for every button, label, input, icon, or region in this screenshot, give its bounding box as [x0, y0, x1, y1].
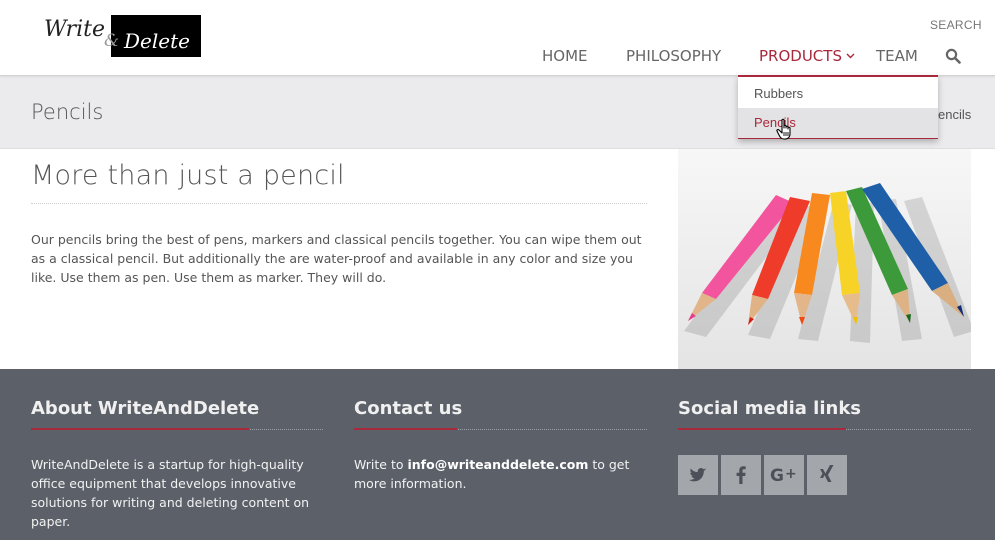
- nav-team[interactable]: TEAM: [876, 47, 918, 65]
- facebook-icon: [736, 466, 746, 484]
- logo-word-delete: Delete: [124, 29, 190, 53]
- footer-about-accent: [31, 428, 249, 430]
- dropdown-item-rubbers[interactable]: Rubbers: [738, 79, 938, 109]
- xing-link[interactable]: [807, 455, 847, 495]
- content-heading: More than just a pencil: [31, 160, 345, 191]
- logo-ampersand: &: [104, 31, 120, 51]
- nav-products[interactable]: PRODUCTS: [759, 47, 855, 65]
- footer-about-title: About WriteAndDelete: [31, 398, 260, 419]
- content-paragraph: Our pencils bring the best of pens, mark…: [31, 232, 642, 285]
- footer-social-title: Social media links: [678, 398, 862, 419]
- contact-prefix: Write to: [354, 457, 408, 472]
- contact-email-link[interactable]: info@writeanddelete.com: [408, 457, 589, 472]
- colored-pencils-photo: [678, 149, 971, 369]
- nav-products-label: PRODUCTS: [759, 47, 842, 65]
- svg-text:G: G: [770, 466, 784, 484]
- google-plus-link[interactable]: G +: [764, 455, 804, 495]
- footer-contact-title: Contact us: [354, 398, 463, 419]
- facebook-link[interactable]: [721, 455, 761, 495]
- chevron-down-icon: [846, 53, 855, 59]
- search-link[interactable]: SEARCH: [930, 18, 982, 32]
- twitter-icon: [689, 467, 707, 481]
- dropdown-item-pencils[interactable]: Pencils: [738, 108, 938, 138]
- twitter-link[interactable]: [678, 455, 718, 495]
- footer-contact-accent: [354, 428, 457, 430]
- heading-divider: [31, 203, 647, 204]
- breadcrumb-current: encils: [938, 107, 972, 122]
- site-header: Write & Delete SEARCH HOME PHILOSOPHY PR…: [0, 0, 995, 76]
- products-dropdown-menu: Rubbers Pencils: [738, 75, 938, 139]
- footer-about-text: WriteAndDelete is a startup for high-qua…: [31, 457, 310, 529]
- svg-text:+: +: [785, 466, 797, 482]
- footer-contact-text: Write to info@writeanddelete.com to get …: [354, 455, 654, 493]
- xing-icon: [820, 465, 834, 482]
- logo[interactable]: Write & Delete: [40, 15, 201, 57]
- page-title: Pencils: [31, 100, 104, 124]
- logo-word-write: Write: [44, 17, 106, 42]
- nav-philosophy[interactable]: PHILOSOPHY: [626, 47, 721, 65]
- nav-home[interactable]: HOME: [542, 47, 588, 65]
- hand-pointer-cursor-icon: [776, 118, 791, 140]
- google-plus-icon: G +: [770, 466, 797, 484]
- search-icon[interactable]: [945, 48, 961, 64]
- footer-social-accent: [678, 428, 846, 430]
